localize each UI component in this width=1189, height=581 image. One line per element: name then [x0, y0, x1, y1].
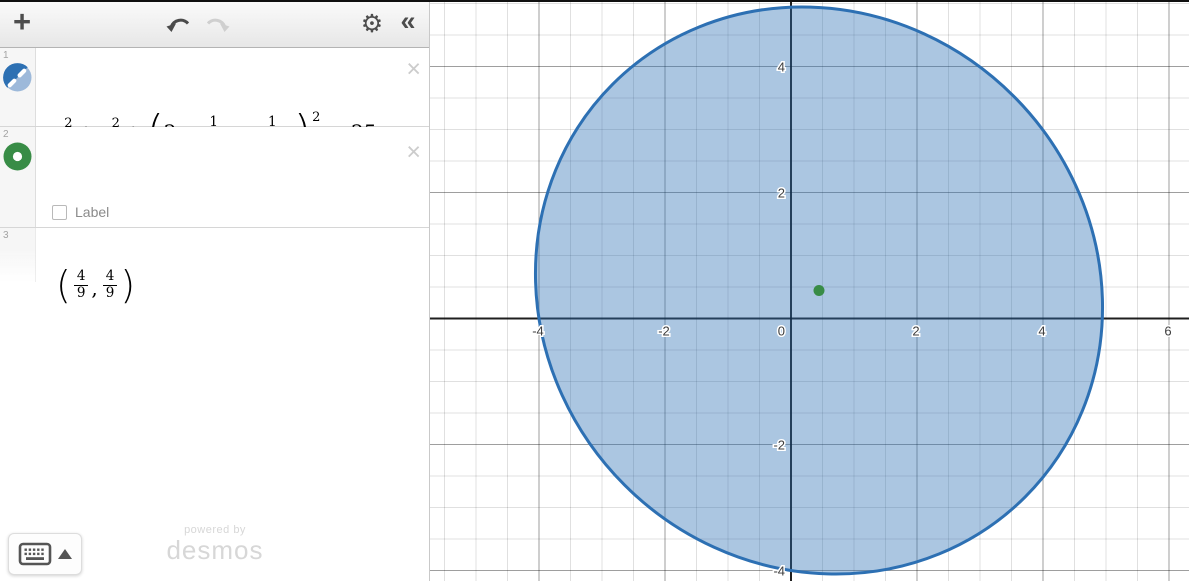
x-axis-tick-label: -4 [532, 324, 544, 339]
graph-svg[interactable]: -4 -2 0 2 4 6 4 2 -2 -4 [430, 0, 1189, 581]
label-checkbox-text: Label [75, 204, 109, 220]
expression-gutter-2[interactable]: 2 [0, 127, 36, 227]
add-expression-button[interactable]: + [4, 0, 40, 48]
desmos-watermark: powered by desmos [130, 524, 300, 566]
redo-button[interactable] [198, 0, 236, 48]
collapse-panel-button[interactable]: « [390, 0, 426, 48]
undo-button[interactable] [160, 0, 198, 48]
plotted-point[interactable] [813, 285, 824, 296]
graph-settings-button[interactable]: ⚙ [354, 0, 390, 48]
point-style-icon[interactable] [3, 142, 32, 171]
y-axis-tick-label: 4 [778, 59, 785, 74]
expression-panel: + ⚙ « 1 [0, 0, 430, 581]
x-axis-tick-label: 2 [912, 324, 919, 339]
desmos-app: + ⚙ « 1 [0, 0, 1189, 581]
x-axis-tick-label: -2 [658, 324, 670, 339]
label-checkbox[interactable] [52, 205, 67, 220]
y-axis-tick-label: -2 [773, 437, 785, 452]
math-exponent: 2 [311, 110, 320, 125]
row-number: 1 [3, 50, 9, 61]
show-keyboard-button[interactable] [8, 533, 82, 575]
powered-by-text: powered by [130, 524, 300, 536]
window-top-border [0, 0, 1189, 2]
row-number: 3 [3, 230, 9, 241]
inequality-region[interactable] [430, 0, 1189, 581]
x-axis-origin-label: 0 [778, 324, 785, 339]
redo-icon [203, 14, 231, 34]
gear-icon: ⚙ [361, 9, 383, 39]
delete-expression-2-button[interactable]: × [406, 141, 421, 163]
undo-icon [165, 14, 193, 34]
keyboard-icon [18, 542, 52, 566]
row-number: 2 [3, 129, 9, 140]
x-axis-tick-label: 6 [1164, 324, 1171, 339]
expression-row-3[interactable]: 3 [0, 228, 429, 282]
point-label-option[interactable]: Label [52, 204, 109, 220]
x-axis-tick-label: 4 [1038, 324, 1045, 339]
y-axis-tick-label: -4 [773, 563, 785, 578]
expression-toolbar: + ⚙ « [0, 0, 429, 48]
delete-expression-1-button[interactable]: × [406, 58, 421, 80]
y-axis-tick-label: 2 [778, 185, 785, 200]
expression-row-1[interactable]: 1 x2 + y2 + ( 2 − 14 x − 14 y ) [0, 48, 429, 127]
inequality-style-icon[interactable] [3, 63, 32, 92]
keyboard-open-arrow-icon [58, 549, 72, 559]
graph-paper[interactable]: -4 -2 0 2 4 6 4 2 -2 -4 [430, 0, 1189, 581]
expression-gutter-1[interactable]: 1 [0, 48, 36, 126]
desmos-logo-text: desmos [130, 535, 300, 566]
expression-row-2[interactable]: 2 ( 49 , 49 ) Label × [0, 127, 429, 228]
collapse-panel-icon: « [400, 6, 415, 37]
expression-gutter-3: 3 [0, 228, 36, 282]
